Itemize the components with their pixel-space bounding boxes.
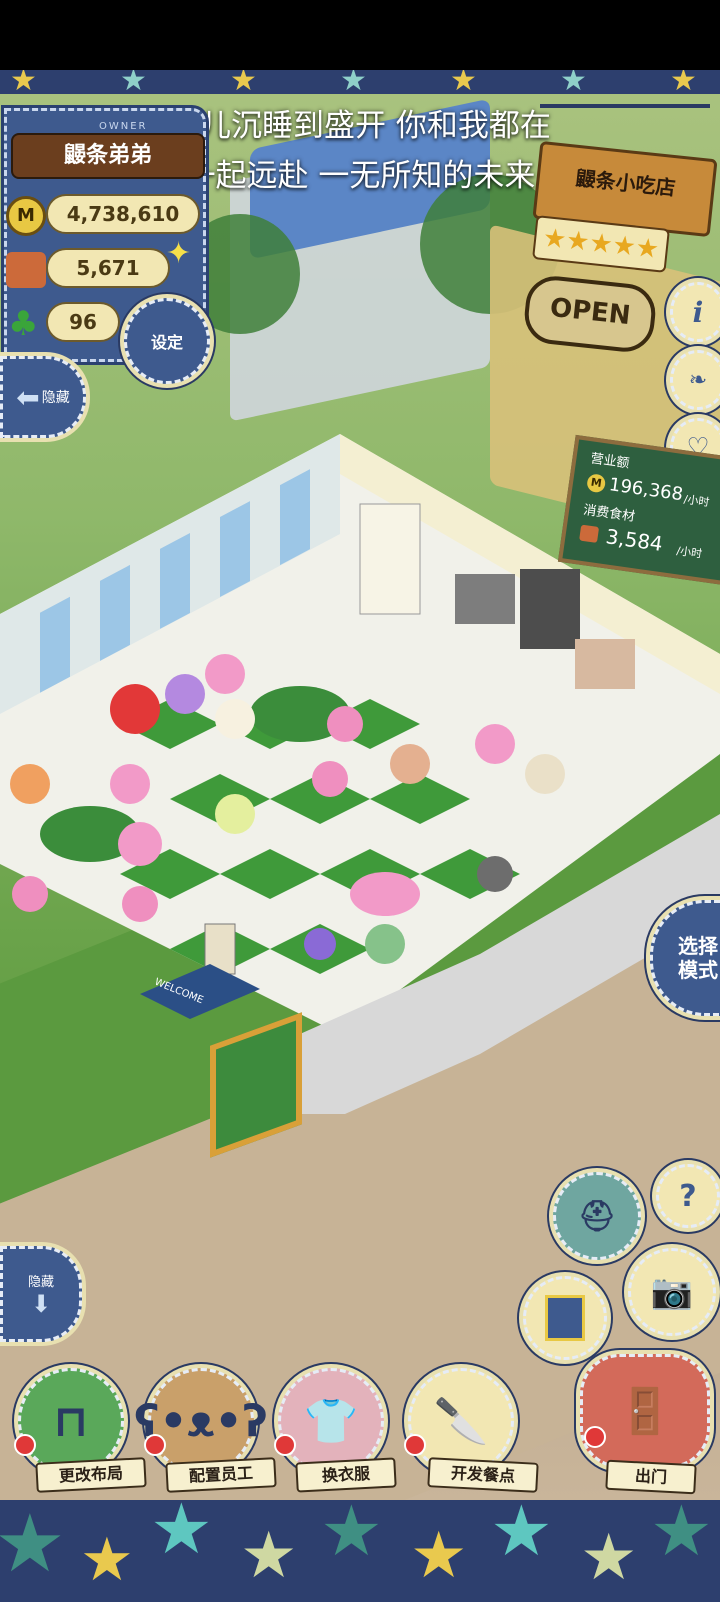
- select-mode-label: 选择 模式: [678, 934, 718, 982]
- star-decoration: ★: [580, 1521, 638, 1595]
- coin-icon: M: [6, 196, 46, 236]
- star-decoration: ★: [670, 70, 697, 94]
- consumed-food-value: 3,584: [604, 524, 665, 556]
- table-icon: ⊓: [53, 1395, 89, 1447]
- money-value: 4,738,610: [46, 194, 200, 234]
- pin-icon: [274, 1434, 296, 1456]
- status-bar: [0, 0, 720, 70]
- star-decoration: ★: [410, 1519, 468, 1593]
- help-icon: ?: [679, 1178, 697, 1214]
- knife-icon: 🔪: [433, 1396, 489, 1447]
- info-button[interactable]: i: [670, 282, 720, 342]
- coin-icon: M: [586, 473, 607, 494]
- star-decoration: ★: [120, 70, 147, 94]
- food-basket-icon: [579, 524, 600, 543]
- door-icon: 🚪: [617, 1386, 673, 1437]
- settings-label: 设定: [150, 333, 183, 352]
- help-button[interactable]: ?: [656, 1164, 720, 1228]
- settings-button[interactable]: 设定: [124, 298, 210, 384]
- star-decoration: ★: [240, 1519, 298, 1593]
- clover-value: 96: [46, 302, 120, 342]
- revenue-unit: /小时: [682, 492, 711, 510]
- rice-cooker[interactable]: [575, 639, 635, 689]
- book-icon: ❧: [688, 367, 708, 393]
- top-star-border: ★ ★ ★ ★ ★ ★ ★: [0, 70, 720, 94]
- revenue-label: 营业额: [589, 451, 631, 472]
- hide-top-button[interactable]: ⬅ 隐藏: [0, 356, 86, 438]
- red-balloon[interactable]: [110, 684, 160, 734]
- revenue-value: 196,368: [607, 474, 685, 506]
- bottom-menu-label: 换衣服: [295, 1457, 397, 1493]
- microwave[interactable]: [455, 574, 515, 624]
- sign-bracket: [540, 104, 710, 126]
- bottom-menu-item-go-out[interactable]: 🚪: [580, 1354, 710, 1468]
- star-decoration: ★: [490, 1500, 553, 1572]
- hat-button[interactable]: ⛑: [553, 1172, 641, 1260]
- consumed-food-unit: /小时: [675, 544, 703, 561]
- camera-button[interactable]: 📷: [628, 1248, 716, 1336]
- bottom-menu-label: 开发餐点: [427, 1457, 539, 1493]
- revenue-board: 营业额 M 196,368 /小时 消费食材 3,584 /小时: [557, 434, 720, 586]
- star-decoration: ★: [450, 70, 477, 94]
- consumed-food-label: 消费食材: [582, 502, 636, 525]
- hat-icon: ⛑: [577, 1198, 617, 1234]
- star-decoration: ★: [560, 70, 587, 94]
- shirt-icon: 👕: [303, 1396, 359, 1447]
- coffee-machine[interactable]: [520, 569, 580, 649]
- arrow-down-icon: ⬇: [30, 1289, 52, 1318]
- star-decoration: ★: [150, 1500, 213, 1570]
- star-decoration: ★: [10, 70, 37, 94]
- pin-icon: [584, 1426, 606, 1448]
- open-label: OPEN: [548, 292, 632, 332]
- cherry-blossom-decoration[interactable]: [350, 872, 420, 916]
- info-icon: i: [692, 295, 704, 329]
- pin-icon: [144, 1434, 166, 1456]
- book-button[interactable]: ❧: [670, 350, 720, 410]
- food-value: 5,671: [46, 248, 170, 288]
- bottom-menu-label: 更改布局: [35, 1457, 147, 1493]
- star-decoration: ★: [320, 1500, 383, 1572]
- star-decoration: ★: [0, 1500, 66, 1590]
- star-decoration: ★: [230, 70, 257, 94]
- star-decoration: ★: [340, 70, 367, 94]
- bottom-star-border: ★ ★ ★ ★ ★ ★ ★ ★ ★: [0, 1500, 720, 1602]
- shop-name: 鼹条小吃店: [574, 165, 677, 201]
- pin-icon: [14, 1434, 36, 1456]
- sparkle-icon: ✦: [166, 236, 192, 271]
- hide-top-label: 隐藏: [41, 390, 70, 406]
- picture-frame-icon: [545, 1295, 585, 1341]
- bottom-menu-label: 配置员工: [165, 1457, 277, 1493]
- refrigerator[interactable]: [359, 503, 421, 615]
- pin-icon: [404, 1434, 426, 1456]
- bottom-menu-label: 出门: [605, 1459, 697, 1495]
- hide-bottom-button[interactable]: 隐藏 ⬇: [0, 1246, 82, 1342]
- arrow-left-icon: ⬅: [16, 380, 40, 414]
- star-decoration: ★: [80, 1525, 134, 1595]
- owner-header: OWNER: [99, 121, 148, 132]
- clover-icon: ♣: [8, 304, 39, 344]
- food-basket-icon: [6, 252, 46, 288]
- camera-icon: 📷: [650, 1272, 694, 1312]
- gallery-button[interactable]: [523, 1276, 607, 1360]
- owner-name: 鼹条弟弟: [11, 133, 205, 179]
- star-decoration: ★: [650, 1500, 713, 1572]
- hide-bottom-label: 隐藏: [27, 1274, 54, 1290]
